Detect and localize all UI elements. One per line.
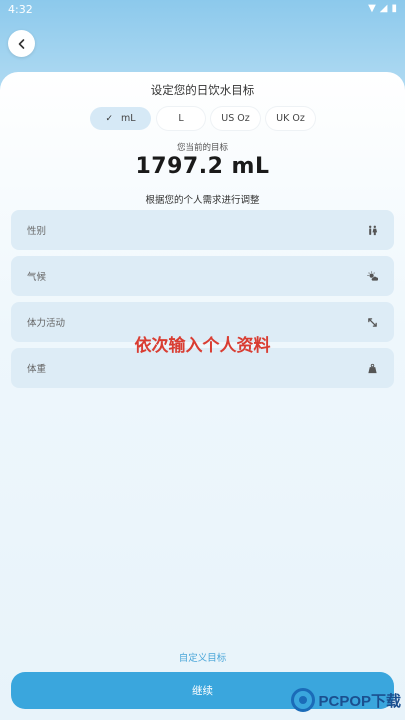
unit-option-ml[interactable]: ✓ mL	[90, 107, 151, 130]
back-button[interactable]	[8, 30, 35, 57]
current-goal-label: 您当前的目标	[176, 143, 228, 153]
unit-option-label: L	[178, 113, 184, 124]
annotation-text: 依次输入个人资料	[134, 336, 271, 356]
unit-option-label: US Oz	[221, 113, 250, 124]
activity-icon	[368, 317, 377, 327]
unit-selector: ✓ mL L US Oz UK Oz	[90, 107, 315, 130]
gender-icon	[369, 225, 378, 235]
watermark-text: PCPOP下载	[318, 692, 401, 710]
unit-option-us-oz[interactable]: US Oz	[211, 107, 260, 130]
status-icons: ▼ ◢ ▮	[368, 4, 397, 14]
weight-icon	[368, 363, 377, 373]
battery-icon: ▮	[391, 3, 397, 14]
unit-option-l[interactable]: L	[157, 107, 205, 130]
status-bar: 4:32 ▼ ◢ ▮	[0, 0, 405, 18]
unit-option-label: UK Oz	[276, 113, 305, 124]
field-label: 体力活动	[27, 318, 66, 329]
unit-option-label: mL	[121, 113, 136, 124]
adjust-label: 根据您的个人需求进行调整	[145, 195, 260, 206]
wifi-icon: ▼	[368, 3, 376, 14]
custom-goal-link[interactable]: 自定义目标	[0, 650, 405, 664]
watermark-logo-icon	[291, 688, 316, 712]
chevron-left-icon	[18, 38, 24, 49]
signal-icon: ◢	[379, 3, 388, 14]
weather-icon	[367, 270, 378, 281]
gender-field[interactable]: 性别	[11, 210, 394, 250]
climate-field[interactable]: 气候	[11, 256, 394, 296]
current-goal-value: 1797.2 mL	[135, 154, 270, 179]
check-icon: ✓	[105, 113, 113, 124]
field-label: 气候	[27, 272, 47, 283]
unit-option-uk-oz[interactable]: UK Oz	[266, 107, 315, 130]
field-label: 性别	[27, 226, 47, 237]
goal-sheet: 设定您的日饮水目标 ✓ mL L US Oz UK Oz 您当前的目标 1797…	[0, 72, 405, 720]
field-label: 体重	[27, 364, 47, 375]
watermark: PCPOP下载	[291, 684, 401, 716]
status-time: 4:32	[8, 2, 33, 16]
sheet-title: 设定您的日饮水目标	[150, 83, 255, 97]
